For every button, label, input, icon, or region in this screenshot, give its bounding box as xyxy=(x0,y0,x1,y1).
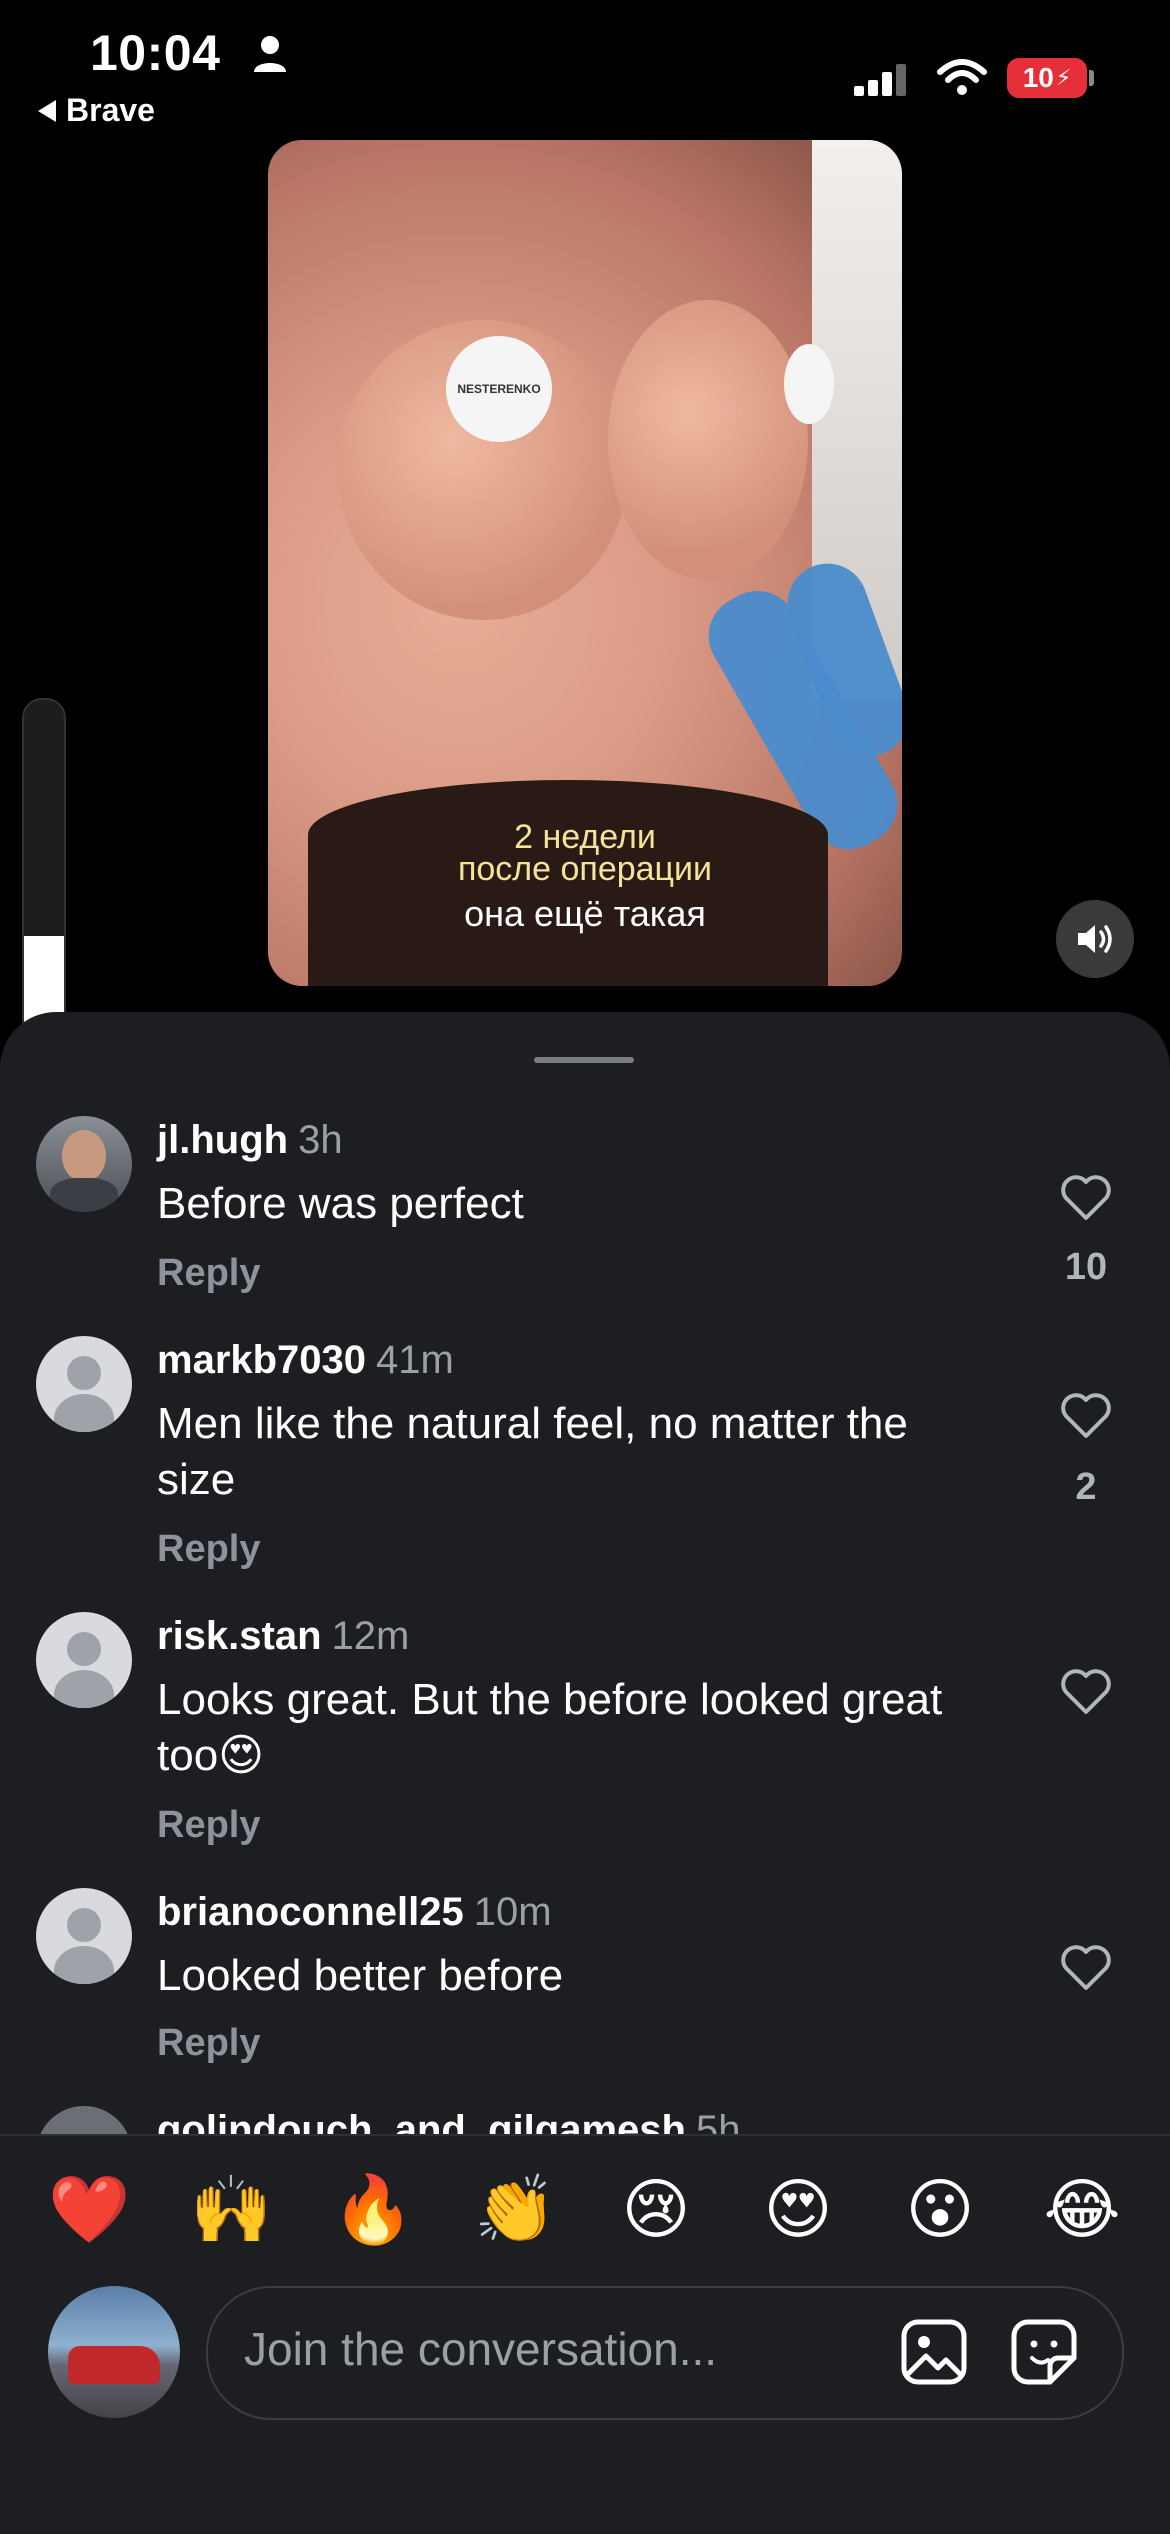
person-icon xyxy=(254,36,286,72)
comment-age: 41m xyxy=(376,1338,454,1382)
comment-username[interactable]: risk.stan 12m xyxy=(157,1614,409,1659)
battery-tip xyxy=(1089,70,1094,86)
emoji-surprised[interactable]: 😮 xyxy=(900,2170,980,2250)
emoji-heart-eyes[interactable]: 😍 xyxy=(758,2170,838,2250)
like-count: 10 xyxy=(1064,1246,1108,1288)
reply-button[interactable]: Reply xyxy=(157,1804,260,1847)
charging-bolt-icon: ⚡ xyxy=(1055,65,1072,90)
back-to-app-button[interactable]: Brave xyxy=(38,92,155,129)
comment-age: 10m xyxy=(473,1890,552,1934)
comment-input-placeholder: Join the conversation... xyxy=(244,2323,718,2375)
comment-text: Looked better before xyxy=(157,1951,564,2000)
avatar[interactable] xyxy=(36,1116,132,1212)
sticker-icon[interactable] xyxy=(1010,2318,1078,2386)
comment-age: 12m xyxy=(331,1614,410,1658)
video-figure-right xyxy=(608,300,808,580)
like-count: 2 xyxy=(1075,1466,1097,1508)
comment-text: Looks great. But the before looked great… xyxy=(157,1675,943,1780)
comment-username[interactable]: brianoconnell25 10m xyxy=(157,1890,552,1935)
video-caption-line-3: она ещё такая xyxy=(464,893,706,934)
emoji-raised-hands[interactable]: 🙌 xyxy=(190,2170,272,2250)
signal-icon xyxy=(854,64,906,96)
emoji-clap[interactable]: 👏 xyxy=(474,2170,556,2250)
avatar-car xyxy=(68,2346,160,2384)
heart-icon[interactable] xyxy=(1060,1668,1112,1716)
avatar[interactable] xyxy=(36,1888,132,1984)
status-bar: 10:04 Brave 10 ⚡ xyxy=(0,0,1170,140)
avatar[interactable] xyxy=(36,1612,132,1708)
comment-age: 3h xyxy=(298,1118,343,1162)
avatar[interactable] xyxy=(36,1336,132,1432)
emoji-fire[interactable]: 🔥 xyxy=(332,2170,414,2250)
video-sticker-left: NESTERENKO xyxy=(446,336,552,442)
reply-button[interactable]: Reply xyxy=(157,2022,260,2065)
current-user-avatar[interactable] xyxy=(48,2286,180,2418)
reply-button[interactable]: Reply xyxy=(157,1252,260,1295)
video-player[interactable]: NESTERENKO 2 недели после операции она е… xyxy=(268,140,902,986)
video-caption-line-1: 2 недели xyxy=(514,818,656,856)
back-app-label: Brave xyxy=(66,92,155,128)
clock: 10:04 xyxy=(90,25,221,81)
back-triangle-icon xyxy=(38,99,56,122)
battery-level: 10 xyxy=(1022,62,1054,93)
comment-username[interactable]: jl.hugh 3h xyxy=(157,1118,343,1163)
comment-username[interactable]: markb7030 41m xyxy=(157,1338,454,1383)
heart-icon[interactable] xyxy=(1060,1944,1112,1992)
mute-toggle-button[interactable] xyxy=(1056,900,1134,978)
reply-button[interactable]: Reply xyxy=(157,1528,260,1571)
video-caption-line-2: после операции xyxy=(457,850,713,888)
heart-icon[interactable] xyxy=(1060,1392,1112,1440)
battery-indicator: 10 ⚡ xyxy=(1007,58,1087,98)
wifi-icon xyxy=(937,59,987,95)
video-sticker-right xyxy=(784,344,834,424)
speaker-icon xyxy=(1078,925,1112,953)
sheet-grabber[interactable] xyxy=(534,1057,634,1063)
emoji-laughing[interactable]: 😂 xyxy=(1042,2170,1122,2250)
comment-text: Before was perfect xyxy=(157,1179,524,1228)
comment-text: Men like the natural feel, no matter the… xyxy=(157,1399,908,1504)
heart-icon[interactable] xyxy=(1060,1174,1112,1222)
image-icon[interactable] xyxy=(900,2318,968,2386)
emoji-crying[interactable]: 😢 xyxy=(616,2170,696,2250)
emoji-heart[interactable]: ❤️ xyxy=(48,2170,130,2250)
